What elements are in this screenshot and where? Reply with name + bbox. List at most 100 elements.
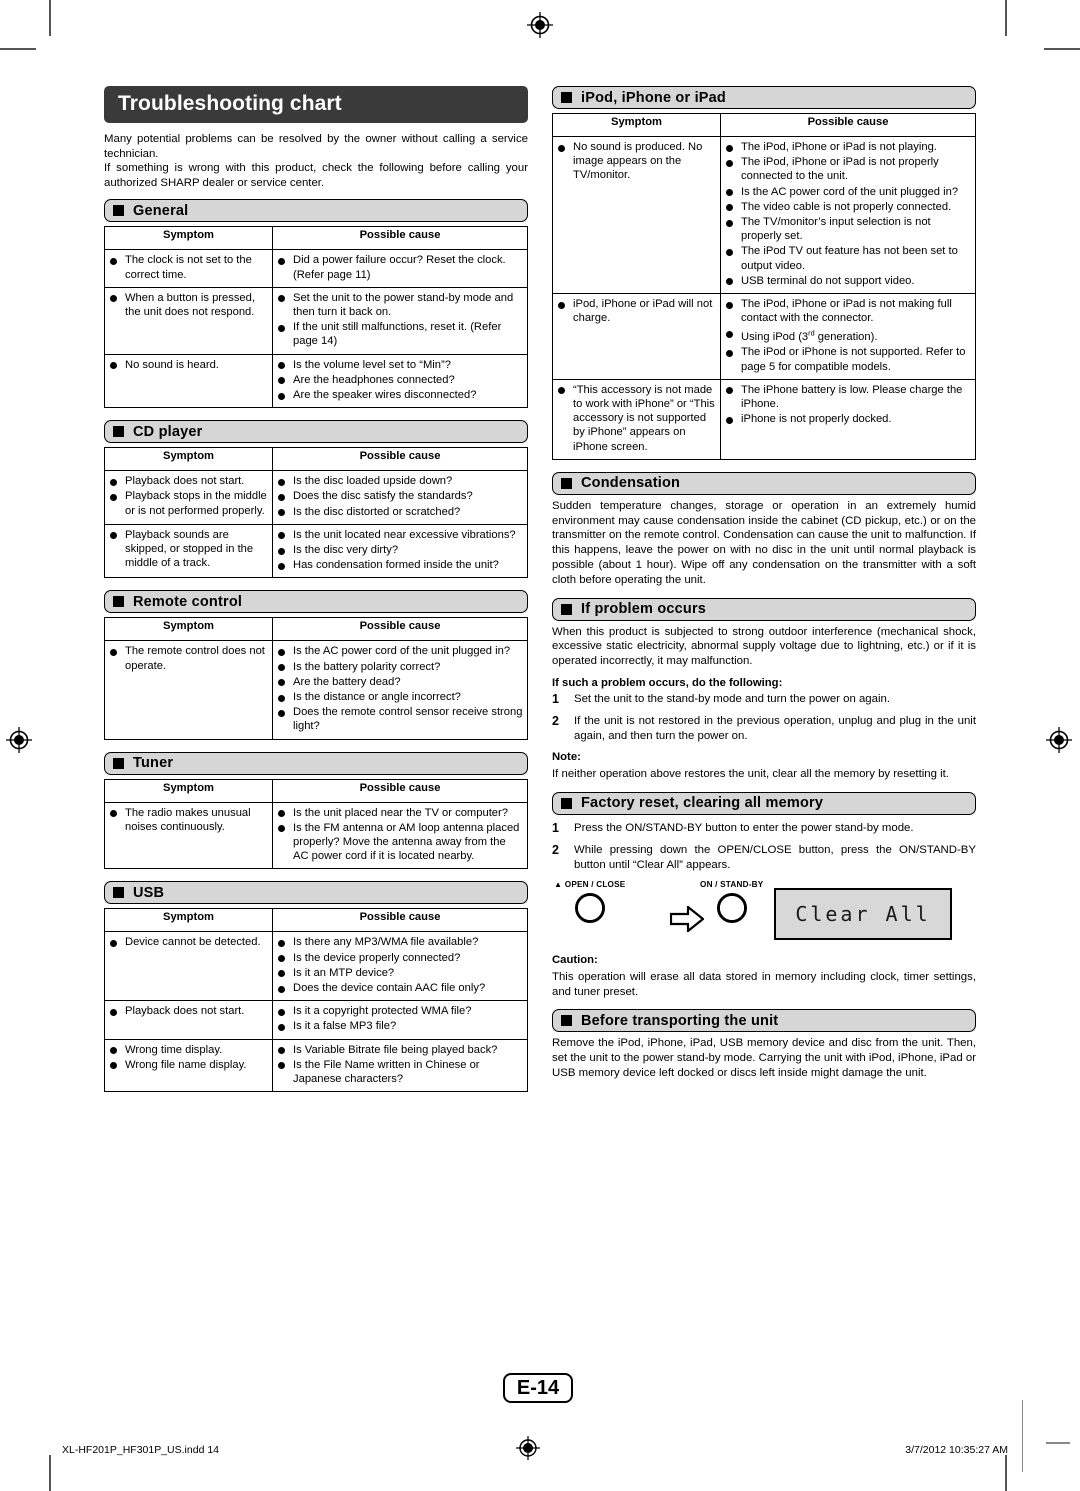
page-canvas: Troubleshooting chart Many potential pro… xyxy=(0,0,1080,1491)
open-close-button-label: ▲ OPEN / CLOSE xyxy=(554,879,626,889)
section-title-condensation: Condensation xyxy=(581,475,681,492)
bullet-item: Set the unit to the power stand-by mode … xyxy=(277,291,523,319)
bullet-item: iPod, iPhone or iPad will not charge. xyxy=(557,297,716,325)
table-header-row: Symptom Possible cause xyxy=(104,447,528,472)
table-row: “This accessory is not made to work with… xyxy=(552,378,976,460)
factory-reset-step: 2 While pressing down the OPEN/CLOSE but… xyxy=(552,843,976,873)
bullet-item: The remote control does not operate. xyxy=(109,644,268,672)
section-header-condensation: Condensation xyxy=(552,471,976,495)
cell-cause: Is Variable Bitrate file being played ba… xyxy=(272,1038,528,1093)
bullet-item: Is the disc very dirty? xyxy=(277,543,523,557)
bullet-item: Is it a copyright protected WMA file? xyxy=(277,1004,523,1018)
cell-cause: Is the unit placed near the TV or comput… xyxy=(272,801,528,870)
bullet-item: Playback stops in the middle or is not p… xyxy=(109,489,268,517)
bullet-item: Is the battery polarity correct? xyxy=(277,660,523,674)
col-header-cause: Possible cause xyxy=(720,113,976,137)
bullet-item: Using iPod (3rd generation). xyxy=(725,326,971,344)
bullet-item: Is the disc distorted or scratched? xyxy=(277,505,523,519)
bullet-item: Is the volume level set to “Min”? xyxy=(277,358,523,372)
bullet-item: Does the device contain AAC file only? xyxy=(277,981,523,995)
bullet-item: Is the distance or angle incorrect? xyxy=(277,690,523,704)
cell-cause: Is the unit located near excessive vibra… xyxy=(272,523,528,579)
table-remote-control: Symptom Possible cause The remote contro… xyxy=(104,617,528,740)
section-header-before-transporting: Before transporting the unit xyxy=(552,1009,976,1033)
bullet-item: “This accessory is not made to work with… xyxy=(557,383,716,454)
table-row: Device cannot be detected. Is there any … xyxy=(104,931,528,1002)
table-cd-player: Symptom Possible cause Playback does not… xyxy=(104,447,528,579)
bullet-item: Is the AC power cord of the unit plugged… xyxy=(277,644,523,658)
open-close-button-icon[interactable] xyxy=(574,892,605,923)
cell-symptom: The clock is not set to the correct time… xyxy=(104,249,273,288)
factory-reset-step: 1 Press the ON/STAND-BY button to enter … xyxy=(552,821,976,836)
cell-cause: Is it a copyright protected WMA file? Is… xyxy=(272,1000,528,1040)
crop-mark-top-right-vertical xyxy=(1005,0,1007,36)
arrow-right-icon xyxy=(669,904,705,937)
step-text: Press the ON/STAND-BY button to enter th… xyxy=(574,821,914,834)
table-row: Playback does not start. Playback stops … xyxy=(104,470,528,525)
square-bullet-icon xyxy=(113,887,124,899)
section-header-remote-control: Remote control xyxy=(104,590,528,614)
step-number: 2 xyxy=(552,842,559,857)
step-number: 1 xyxy=(552,691,559,706)
bullet-item: Playback does not start. xyxy=(109,1004,268,1018)
on-standby-button-label: ON / STAND-BY xyxy=(700,879,764,889)
step-text: Set the unit to the stand-by mode and tu… xyxy=(574,692,890,705)
section-header-usb: USB xyxy=(104,881,528,905)
col-header-symptom: Symptom xyxy=(104,447,273,472)
if-problem-step: 2 If the unit is not restored in the pre… xyxy=(552,714,976,744)
square-bullet-icon xyxy=(113,757,124,769)
col-header-cause: Possible cause xyxy=(272,908,528,933)
col-header-cause: Possible cause xyxy=(272,778,528,803)
cell-cause: Did a power failure occur? Reset the clo… xyxy=(272,249,528,288)
bullet-item: Is the File Name written in Chinese or J… xyxy=(277,1058,523,1086)
if-problem-lead: If such a problem occurs, do the followi… xyxy=(552,676,783,689)
bullet-item: No sound is produced. No image appears o… xyxy=(557,140,716,183)
bullet-item: The video cable is not properly connecte… xyxy=(725,200,971,214)
cell-cause: The iPod, iPhone or iPad is not playing.… xyxy=(720,135,976,295)
bullet-item: Is the unit placed near the TV or comput… xyxy=(277,806,523,820)
col-header-symptom: Symptom xyxy=(104,226,273,251)
open-close-button-group: ▲ OPEN / CLOSE xyxy=(554,880,625,923)
caution-label: Caution: xyxy=(552,953,598,966)
bullet-item: Is it an MTP device? xyxy=(277,966,523,980)
cell-cause: The iPod, iPhone or iPad is not making f… xyxy=(720,293,976,380)
bullet-item: The iPod, iPhone or iPad is not playing. xyxy=(725,140,971,154)
section-title-ipod: iPod, iPhone or iPad xyxy=(581,89,726,106)
cell-symptom: When a button is pressed, the unit does … xyxy=(104,286,273,355)
square-bullet-icon xyxy=(561,477,572,489)
table-usb: Symptom Possible cause Device cannot be … xyxy=(104,908,528,1093)
cell-cause: Is there any MP3/WMA file available? Is … xyxy=(272,931,528,1002)
bullet-item: Are the headphones connected? xyxy=(277,373,523,387)
bullet-item: The radio makes unusual noises continuou… xyxy=(109,806,268,834)
step-number: 2 xyxy=(552,713,559,728)
cell-cause: Is the volume level set to “Min”? Are th… xyxy=(272,353,528,409)
on-standby-button-icon[interactable] xyxy=(716,892,747,923)
bullet-item: The iPod, iPhone or iPad is not making f… xyxy=(725,297,971,325)
cell-cause: Is the AC power cord of the unit plugged… xyxy=(272,640,528,740)
bullet-item: Is there any MP3/WMA file available? xyxy=(277,935,523,949)
bullet-item: Is the unit located near excessive vibra… xyxy=(277,528,523,542)
bullet-item: The iPod or iPhone is not supported. Ref… xyxy=(725,345,971,373)
bullet-item: Did a power failure occur? Reset the clo… xyxy=(277,253,523,281)
before-transporting-body: Remove the iPod, iPhone, iPad, USB memor… xyxy=(552,1037,976,1079)
section-header-factory-reset: Factory reset, clearing all memory xyxy=(552,791,976,815)
bullet-item: Is the disc loaded upside down? xyxy=(277,474,523,488)
bullet-item: Does the disc satisfy the standards? xyxy=(277,489,523,503)
table-general: Symptom Possible cause The clock is not … xyxy=(104,226,528,409)
lcd-display: Clear All xyxy=(774,887,952,940)
bullet-item: If the unit still malfunctions, reset it… xyxy=(277,320,523,348)
col-header-symptom: Symptom xyxy=(104,617,273,642)
bullet-item: Is the FM antenna or AM loop antenna pla… xyxy=(277,821,523,864)
table-row: The remote control does not operate. Is … xyxy=(104,640,528,740)
intro-block: Many potential problems can be resolved … xyxy=(104,132,528,190)
cell-symptom: Playback does not start. xyxy=(104,1000,273,1040)
bullet-item: Wrong time display. xyxy=(109,1043,268,1057)
if-problem-body: When this product is subjected to strong… xyxy=(552,625,976,668)
registration-mark-left xyxy=(6,727,32,753)
table-header-row: Symptom Possible cause xyxy=(104,226,528,251)
section-title-factory-reset: Factory reset, clearing all memory xyxy=(581,795,824,812)
factory-reset-diagram: ▲ OPEN / CLOSE ON / STAND-BY Clear All xyxy=(552,880,976,952)
cell-symptom: Playback does not start. Playback stops … xyxy=(104,470,273,525)
intro-paragraph-1: Many potential problems can be resolved … xyxy=(104,133,528,160)
footer-file-name: XL-HF201P_HF301P_US.indd 14 xyxy=(62,1444,220,1456)
